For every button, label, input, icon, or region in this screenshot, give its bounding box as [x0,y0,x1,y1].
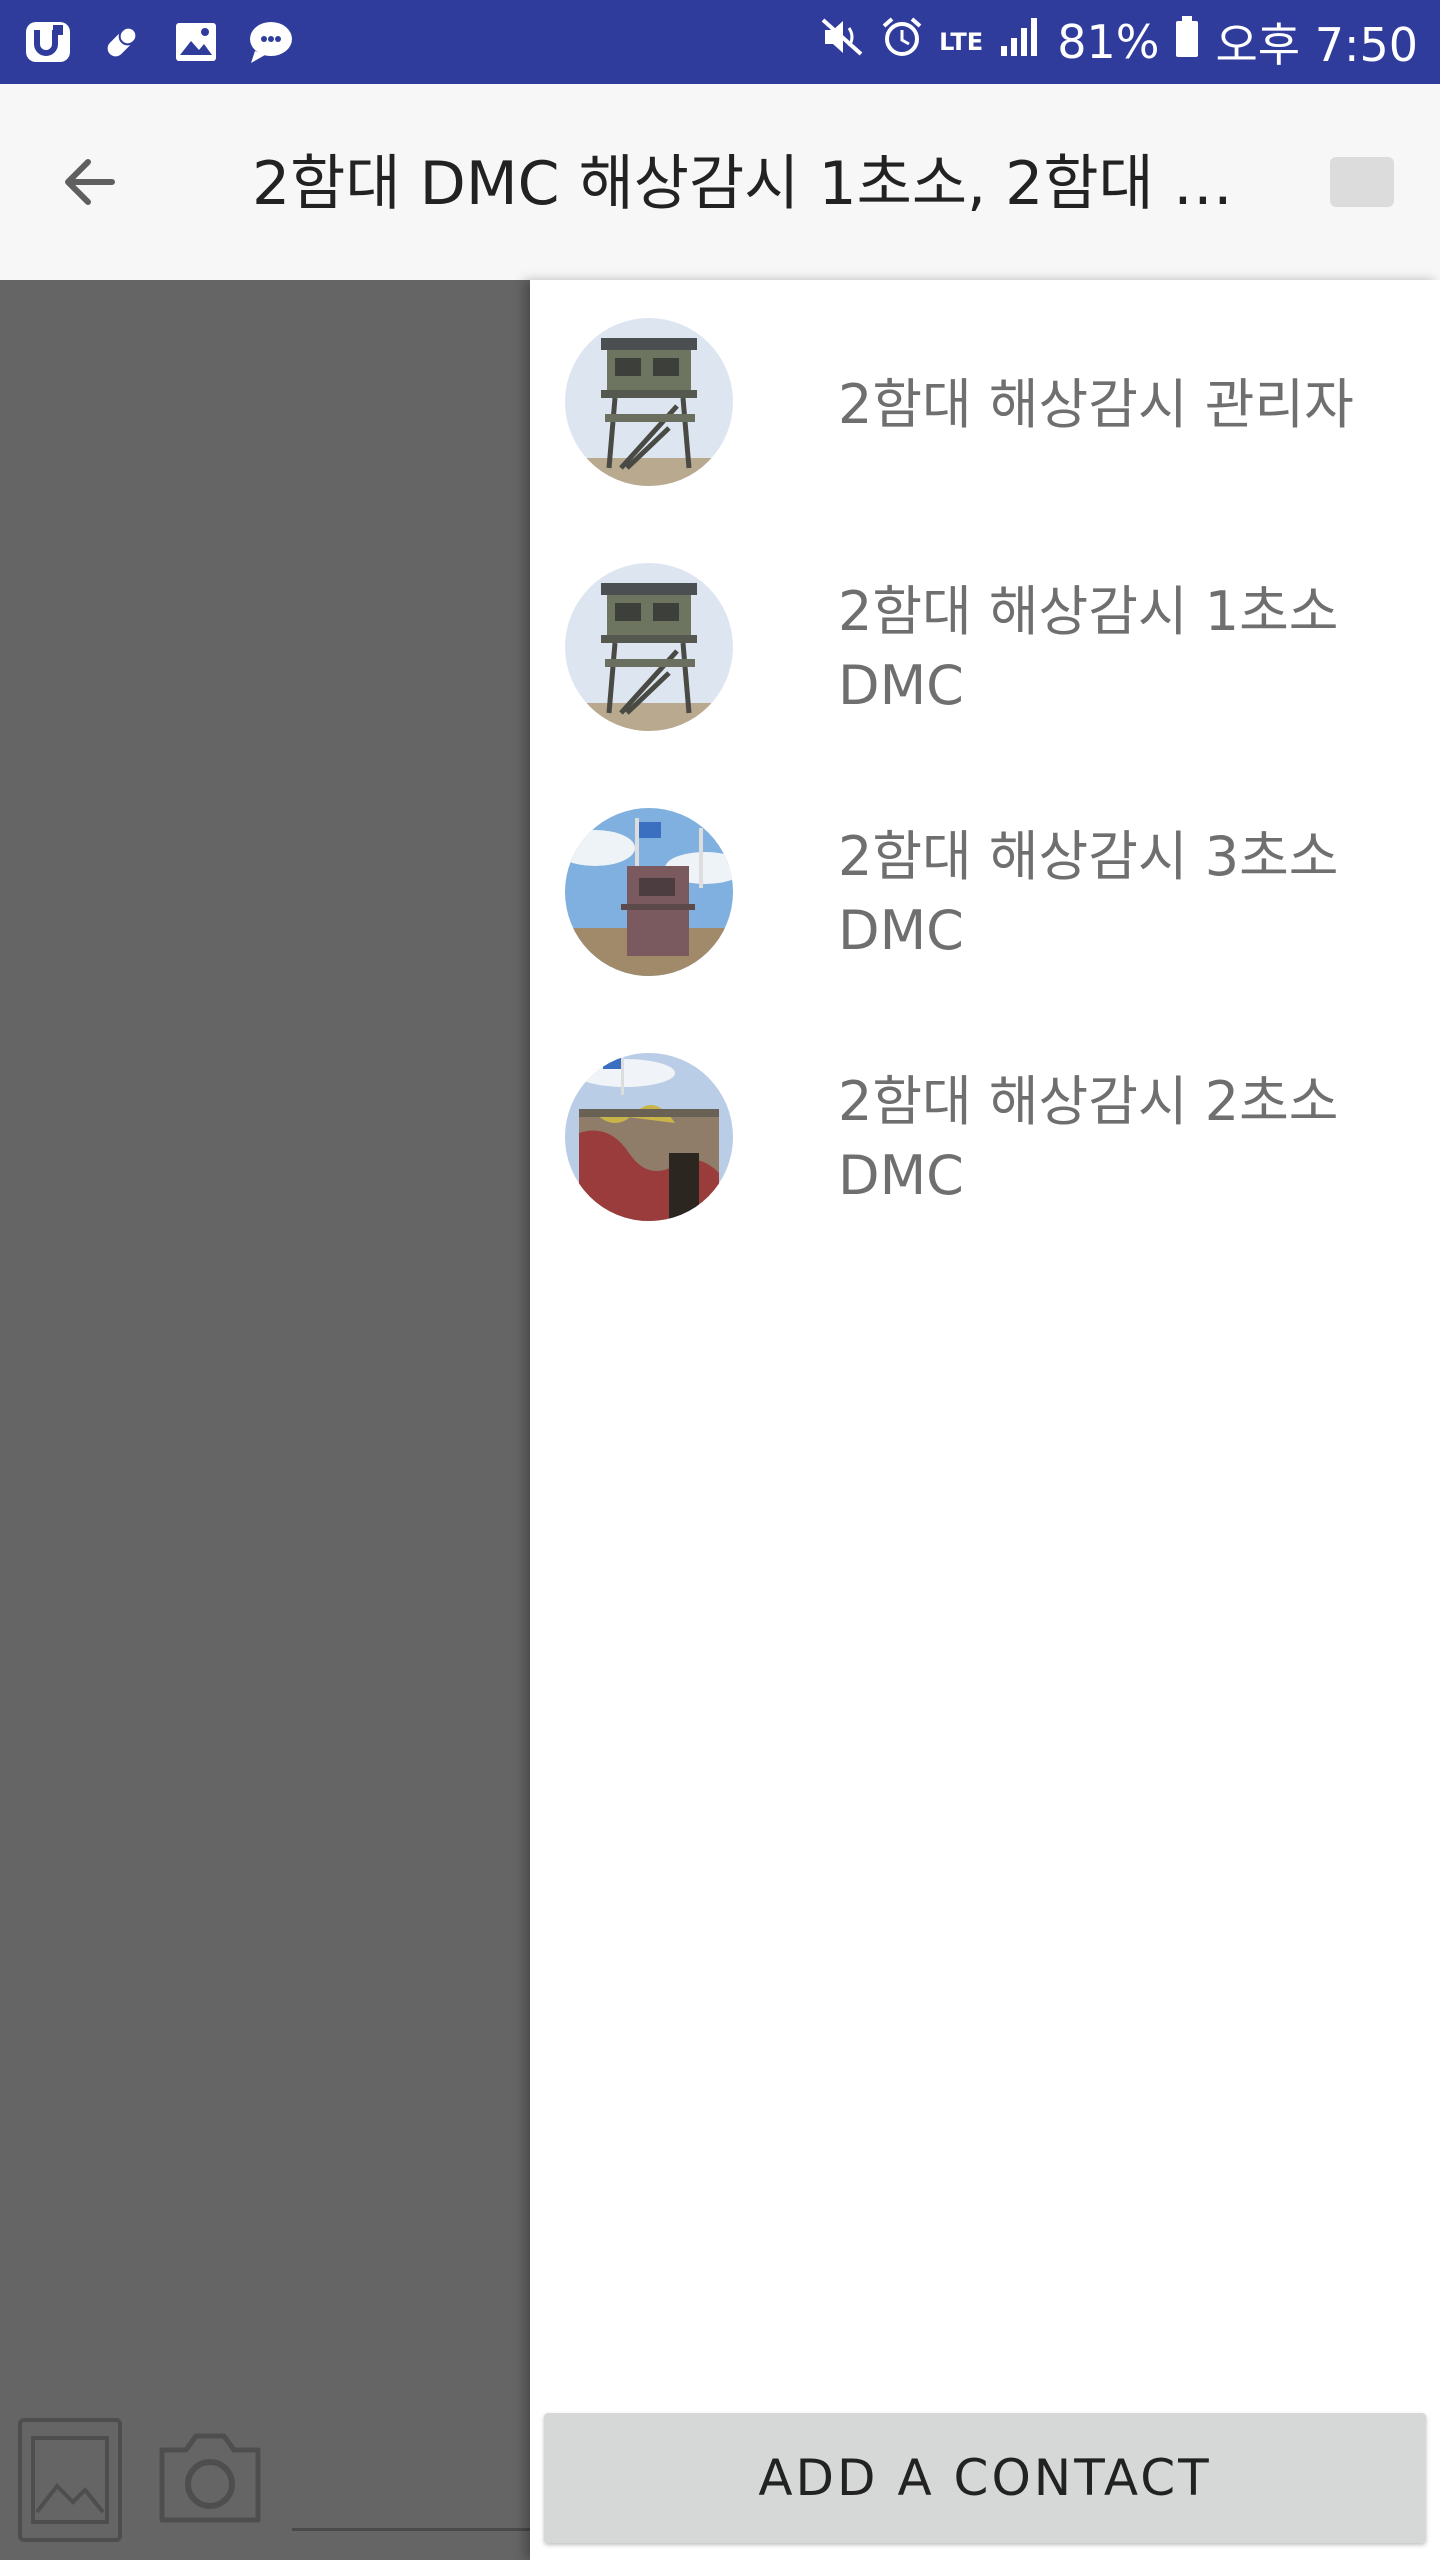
lte-indicator: LTE [939,28,984,56]
contact-name: 2함대 해상감시 3초소 DMC [838,825,1339,962]
contact-avatar [565,563,733,731]
add-contact-button[interactable]: ADD A CONTACT [544,2413,1426,2543]
back-arrow-icon[interactable] [50,142,130,222]
contact-item[interactable]: 2함대 해상감시 관리자 [530,280,1440,525]
battery-icon [1173,14,1201,71]
contact-avatar [565,1053,733,1221]
pill-icon [96,16,148,68]
chat-bubble-icon [244,16,296,68]
message-input-underline [292,2528,530,2531]
contact-name: 2함대 해상감시 1초소 DMC [838,580,1339,717]
alarm-icon [879,14,925,71]
chat-title: 2함대 DMC 해상감시 1초소, 2함대 DM… [252,149,1272,219]
drawer-toggle-button[interactable] [1330,157,1394,207]
signal-icon [997,14,1043,71]
dimmed-overlay[interactable] [0,280,530,2560]
status-bar: LTE 81% 오후 7:50 [0,0,1440,84]
contact-avatar [565,808,733,976]
app-bar: 2함대 DMC 해상감시 1초소, 2함대 DM… [0,84,1440,281]
contact-item[interactable]: 2함대 해상감시 1초소 DMC [530,525,1440,770]
u-plus-app-icon [22,16,74,68]
contacts-drawer: 2함대 해상감시 관리자 2함대 해상감시 1초소 DMC 2함대 해상감시 3… [530,280,1440,2560]
contact-name: 2함대 해상감시 2초소 DMC [838,1070,1339,1207]
mute-icon [819,14,865,71]
contact-name: 2함대 해상감시 관리자 [838,373,1354,436]
gallery-icon[interactable] [18,2418,122,2542]
clock: 오후 7:50 [1215,18,1418,72]
contact-item[interactable]: 2함대 해상감시 3초소 DMC [530,770,1440,1015]
image-icon [170,16,222,68]
system-status: LTE 81% 오후 7:50 [819,0,1418,84]
notification-icons [22,16,296,68]
contact-item[interactable]: 2함대 해상감시 2초소 DMC [530,1015,1440,1260]
camera-icon[interactable] [156,2424,264,2528]
contact-avatar [565,318,733,486]
battery-percent: 81% [1057,15,1160,69]
